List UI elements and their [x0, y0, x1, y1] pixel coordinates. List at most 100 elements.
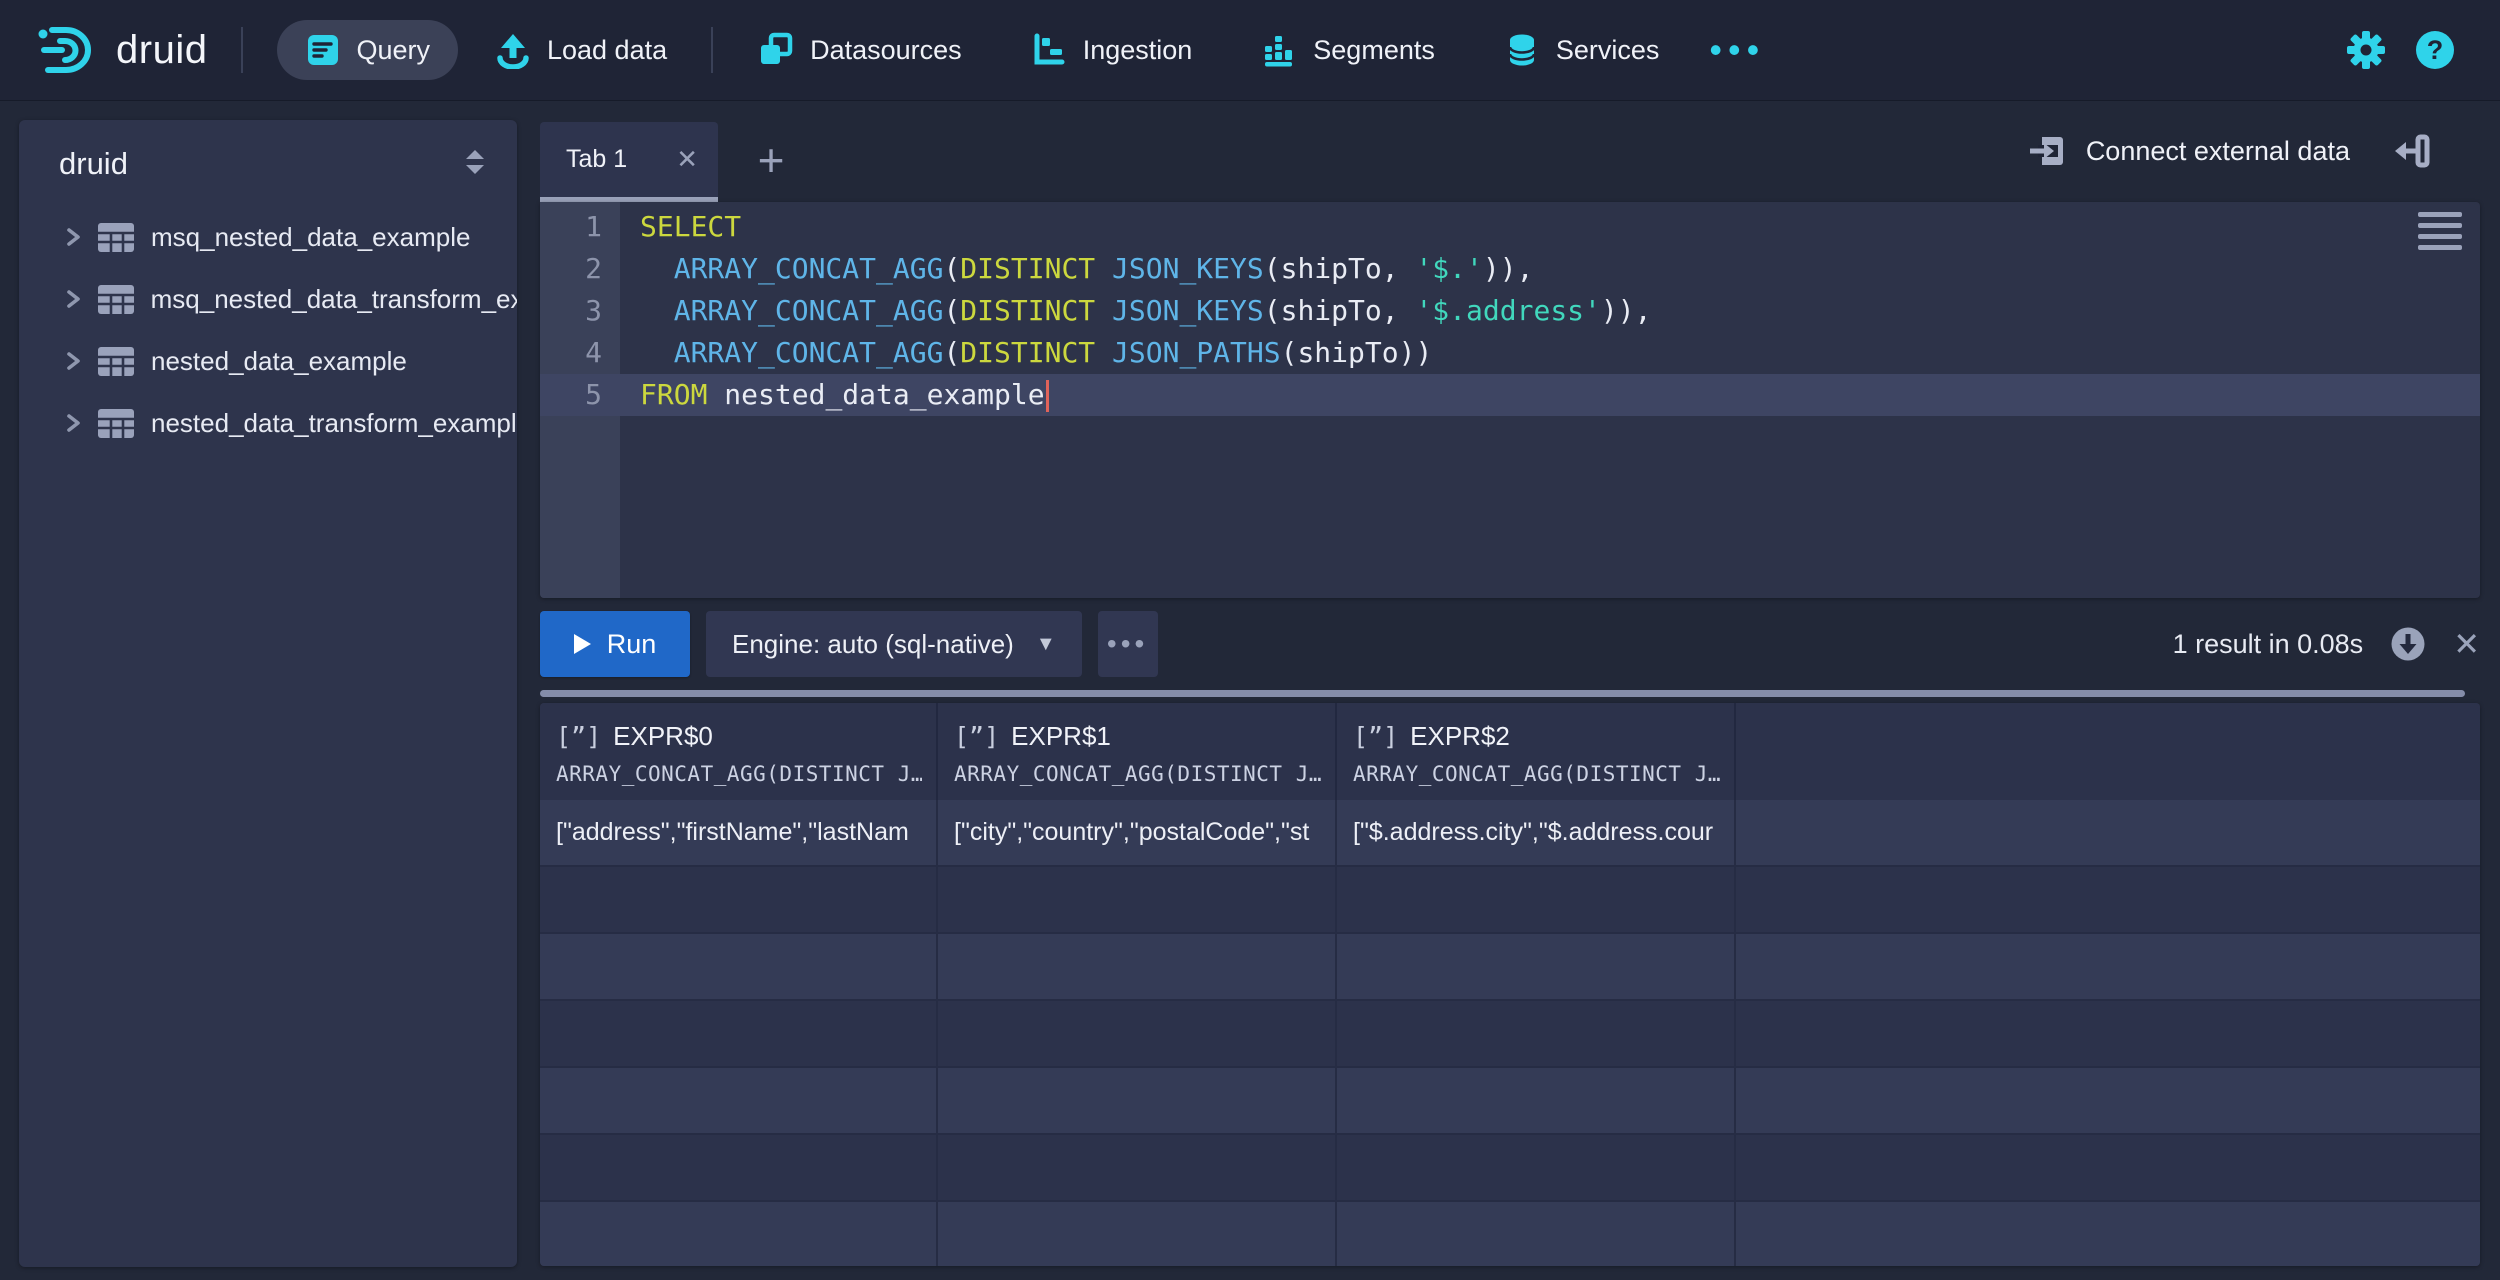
results-table: [”] EXPR$0 ARRAY_CONCAT_AGG(DISTINCT J… [”]… — [540, 703, 2480, 1266]
datasource-name: nested_data_example — [151, 346, 407, 377]
editor-menu-icon[interactable] — [2418, 212, 2462, 256]
load-data-icon — [494, 31, 532, 69]
results-cell — [938, 934, 1337, 1001]
column-name: EXPR$0 — [613, 721, 713, 752]
nav-more-button[interactable]: ••• — [1709, 32, 1765, 68]
results-cell — [540, 1001, 938, 1068]
code-line-2[interactable]: 2 ARRAY_CONCAT_AGG(DISTINCT JSON_KEYS(sh… — [540, 248, 2480, 290]
line-number: 2 — [540, 248, 620, 290]
chevron-down-icon: ▼ — [1036, 633, 1056, 656]
segments-icon — [1260, 31, 1298, 69]
download-results-icon[interactable] — [2389, 625, 2427, 663]
engine-select-label: Engine: auto (sql-native) — [732, 629, 1014, 660]
datasource-tree: msq_nested_data_example msq_nested_data_t… — [19, 206, 517, 454]
play-icon — [574, 634, 591, 654]
help-icon[interactable]: ? — [2414, 29, 2456, 71]
table-icon — [97, 284, 135, 315]
settings-gear-icon[interactable] — [2346, 30, 2386, 70]
code-lines: 1SELECT2 ARRAY_CONCAT_AGG(DISTINCT JSON_… — [540, 206, 2480, 416]
results-cell — [1736, 800, 2480, 867]
code-text: ARRAY_CONCAT_AGG(DISTINCT JSON_PATHS(shi… — [620, 332, 1432, 374]
nav-divider — [241, 27, 243, 73]
results-cell — [540, 1202, 938, 1266]
results-cell — [1337, 934, 1736, 1001]
code-line-3[interactable]: 3 ARRAY_CONCAT_AGG(DISTINCT JSON_KEYS(sh… — [540, 290, 2480, 332]
datasource-sidebar: druid msq_nested_data_examplemsq_nested_… — [19, 120, 517, 1267]
tree-item-datasource[interactable]: msq_nested_data_transform_ex — [19, 268, 517, 330]
nav-item-load-data[interactable]: Load data — [488, 31, 673, 69]
results-column-header[interactable]: [”]EXPR$2ARRAY_CONCAT_AGG(DISTINCT J… — [1337, 703, 1736, 800]
line-number: 1 — [540, 206, 620, 248]
schema-title: druid — [59, 146, 128, 182]
tree-item-datasource[interactable]: nested_data_example — [19, 330, 517, 392]
chevron-right-icon[interactable] — [63, 350, 85, 372]
nav-item-query[interactable]: Query — [277, 20, 458, 80]
close-tab-icon[interactable]: ✕ — [676, 144, 698, 175]
string-array-type-icon: [”] — [1353, 722, 1398, 751]
code-line-1[interactable]: 1SELECT — [540, 206, 2480, 248]
results-column-header-empty — [1736, 703, 2480, 800]
results-cell[interactable]: ["$.address.city","$.address.cour — [1337, 800, 1736, 867]
nav-item-services[interactable]: Services — [1497, 31, 1666, 69]
results-column-header[interactable]: [”]EXPR$1ARRAY_CONCAT_AGG(DISTINCT J… — [938, 703, 1337, 800]
svg-text:?: ? — [2427, 35, 2444, 65]
connect-external-data-icon — [2028, 131, 2068, 171]
column-formula: ARRAY_CONCAT_AGG(DISTINCT J… — [556, 762, 922, 786]
results-column-header[interactable]: [”]EXPR$0ARRAY_CONCAT_AGG(DISTINCT J… — [540, 703, 938, 800]
tree-item-datasource[interactable]: nested_data_transform_exampl — [19, 392, 517, 454]
results-cell — [1736, 934, 2480, 1001]
column-name: EXPR$2 — [1410, 721, 1510, 752]
nav-item-datasources[interactable]: Datasources — [751, 31, 968, 69]
sort-icon[interactable] — [463, 148, 487, 181]
close-results-icon[interactable]: ✕ — [2453, 625, 2480, 663]
services-icon — [1503, 31, 1541, 69]
column-name: EXPR$1 — [1011, 721, 1111, 752]
results-cell — [540, 1068, 938, 1135]
code-text: ARRAY_CONCAT_AGG(DISTINCT JSON_KEYS(ship… — [620, 248, 1533, 290]
nav-item-segments[interactable]: Segments — [1254, 31, 1441, 69]
results-cell — [938, 1135, 1337, 1202]
results-cell — [1736, 1068, 2480, 1135]
results-cell[interactable]: ["city","country","postalCode","st — [938, 800, 1337, 867]
results-body: ["address","firstName","lastNam["city","… — [540, 800, 2480, 1266]
nav-item-ingestion[interactable]: Ingestion — [1024, 31, 1199, 69]
datasource-name: msq_nested_data_transform_ex — [151, 284, 517, 315]
add-tab-button[interactable]: + — [736, 122, 806, 197]
druid-logo-icon — [36, 22, 100, 78]
tree-item-datasource[interactable]: msq_nested_data_example — [19, 206, 517, 268]
top-nav: druid Query Load data Datasources — [0, 0, 2500, 100]
results-row: ["address","firstName","lastNam["city","… — [540, 800, 2480, 867]
results-row — [540, 934, 2480, 1001]
results-header-row: [”] EXPR$0 ARRAY_CONCAT_AGG(DISTINCT J… [”]… — [540, 703, 2480, 800]
results-row — [540, 1135, 2480, 1202]
brand[interactable]: druid — [36, 22, 207, 78]
run-more-button[interactable]: ••• — [1098, 611, 1158, 677]
results-cell — [540, 934, 938, 1001]
chevron-right-icon[interactable] — [63, 226, 85, 248]
nav-item-label: Segments — [1313, 35, 1435, 66]
datasources-icon — [757, 31, 795, 69]
engine-select[interactable]: Engine: auto (sql-native) ▼ — [706, 611, 1082, 677]
code-text: ARRAY_CONCAT_AGG(DISTINCT JSON_KEYS(ship… — [620, 290, 1651, 332]
nav-divider — [711, 27, 713, 73]
results-row — [540, 1068, 2480, 1135]
string-array-type-icon: [”] — [954, 722, 999, 751]
run-button[interactable]: Run — [540, 611, 690, 677]
connect-external-data[interactable]: Connect external data — [2028, 100, 2432, 202]
results-resize-handle[interactable] — [540, 690, 2465, 697]
datasource-name: nested_data_transform_exampl — [151, 408, 517, 439]
code-line-4[interactable]: 4 ARRAY_CONCAT_AGG(DISTINCT JSON_PATHS(s… — [540, 332, 2480, 374]
results-cell — [1736, 1135, 2480, 1202]
code-text: SELECT — [620, 206, 741, 248]
work-panel-toggle-icon[interactable] — [2392, 131, 2432, 171]
results-cell — [938, 867, 1337, 934]
code-line-5[interactable]: 5FROM nested_data_example — [540, 374, 2480, 416]
sql-editor[interactable]: 1SELECT2 ARRAY_CONCAT_AGG(DISTINCT JSON_… — [540, 202, 2480, 598]
query-tab[interactable]: Tab 1 ✕ — [540, 122, 718, 202]
chevron-right-icon[interactable] — [63, 412, 85, 434]
chevron-right-icon[interactable] — [63, 288, 85, 310]
query-tab-bar: Tab 1 ✕ + Connect external data — [540, 100, 2500, 202]
nav-item-label: Load data — [547, 35, 667, 66]
results-cell — [938, 1068, 1337, 1135]
results-cell[interactable]: ["address","firstName","lastNam — [540, 800, 938, 867]
